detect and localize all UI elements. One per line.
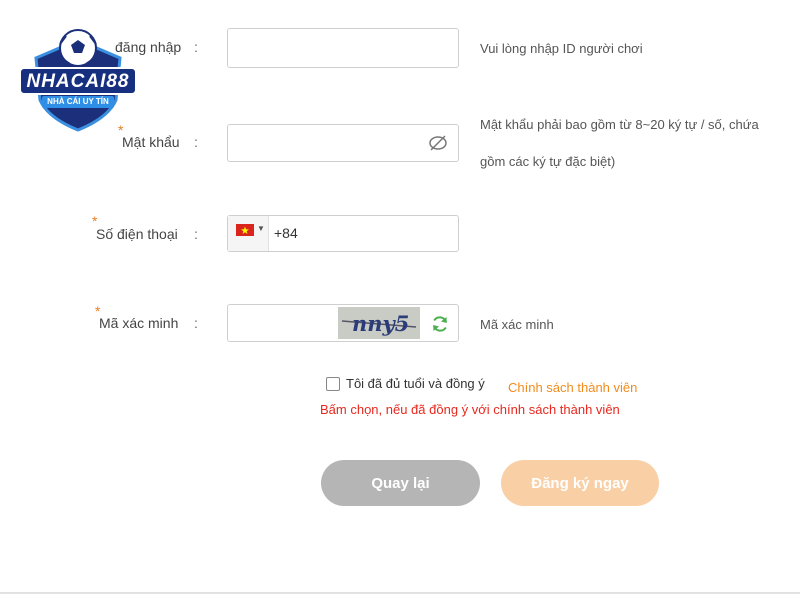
- bottom-divider: [0, 592, 800, 594]
- captcha-label: Mã xác minh: [99, 315, 179, 331]
- password-hint-line1: Mật khẩu phải bao gồm từ 8~20 ký tự / số…: [480, 117, 759, 132]
- register-button[interactable]: Đăng ký ngay: [501, 460, 659, 506]
- password-label: Mật khẩu: [122, 134, 180, 150]
- phone-label: Số điện thoại: [96, 226, 178, 242]
- captcha-colon: :: [194, 315, 198, 331]
- password-hint-line2: gồm các ký tự đặc biệt): [480, 154, 616, 169]
- vietnam-flag-icon: [236, 224, 254, 236]
- chevron-down-icon: ▼: [257, 224, 265, 233]
- agree-warning: Bấm chọn, nếu đã đồng ý với chính sách t…: [320, 402, 620, 417]
- logo-tagline: NHÀ CÁI UY TÍN: [47, 97, 109, 106]
- captcha-image: nny5: [338, 307, 420, 339]
- eye-off-icon[interactable]: [428, 133, 448, 153]
- member-policy-link[interactable]: Chính sách thành viên: [508, 380, 637, 395]
- username-colon: :: [194, 39, 198, 55]
- username-hint: Vui lòng nhập ID người chơi: [480, 41, 643, 56]
- refresh-icon[interactable]: [430, 314, 450, 334]
- country-code-selector[interactable]: ▼: [228, 216, 269, 251]
- phone-prefix: +84: [274, 225, 298, 241]
- password-colon: :: [194, 134, 198, 150]
- captcha-hint: Mã xác minh: [480, 317, 554, 332]
- back-button[interactable]: Quay lại: [321, 460, 480, 506]
- captcha-code: nny5: [352, 311, 410, 336]
- captcha-input[interactable]: nny5: [227, 304, 459, 342]
- username-input[interactable]: [227, 28, 459, 68]
- logo-text: NHACAI88: [26, 71, 130, 92]
- username-label: đăng nhập: [115, 39, 182, 55]
- phone-input[interactable]: ▼ +84: [227, 215, 459, 252]
- password-input[interactable]: [227, 124, 459, 162]
- phone-colon: :: [194, 226, 198, 242]
- agree-text: Tôi đã đủ tuổi và đồng ý: [346, 376, 485, 391]
- agree-checkbox[interactable]: [326, 377, 340, 391]
